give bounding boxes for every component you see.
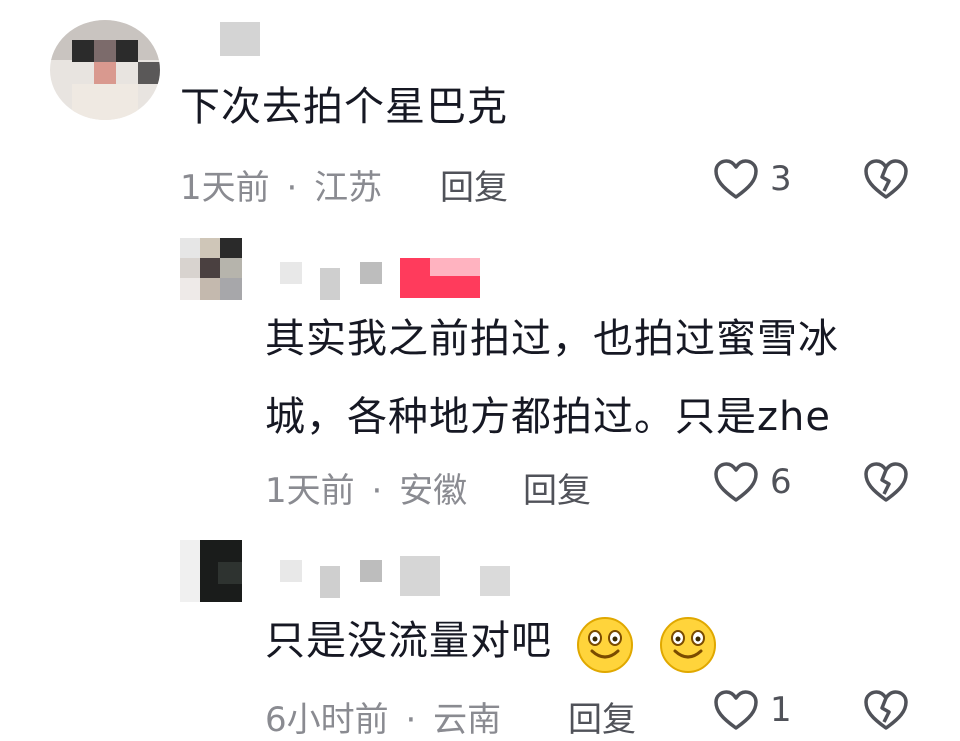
comment-location: 云南 [433,700,502,740]
broken-heart-icon [864,159,908,199]
comment-location: 江苏 [314,168,383,208]
smile-emoji [576,617,633,673]
broken-heart-icon [864,462,908,502]
like-count: 1 [770,690,792,730]
comment-location: 安徽 [399,471,468,511]
dislike-button[interactable] [862,460,910,508]
comment-meta: 1天前 · 安徽 [265,471,468,511]
smile-emoji [660,617,717,673]
comment-time: 1天前 [180,168,270,208]
comment-time: 1天前 [265,471,355,511]
dislike-button[interactable] [862,157,910,205]
comment-text: 下次去拍个星巴克 [180,84,508,130]
reply-button[interactable]: 回复 [568,692,636,741]
heart-outline-icon [714,690,758,730]
comment-meta: 6小时前 · 云南 [265,700,502,740]
heart-outline-icon [714,159,758,199]
heart-outline-icon [714,462,758,502]
reply-button[interactable]: 回复 [523,463,591,512]
reply-button[interactable]: 回复 [440,160,508,209]
broken-heart-icon [864,690,908,730]
avatar[interactable] [180,238,242,300]
avatar[interactable] [180,540,242,602]
comment-text: 其实我之前拍过，也拍过蜜雪冰 城，各种地方都拍过。只是zhe [265,316,839,440]
like-count: 3 [770,159,792,199]
comment-time: 6小时前 [265,700,389,740]
avatar[interactable] [50,20,160,120]
comment-meta: 1天前 · 江苏 [180,168,383,208]
comment-text: 只是没流量对吧 [265,602,719,680]
like-count: 6 [770,462,792,502]
dislike-button[interactable] [862,688,910,736]
like-button[interactable]: 6 [712,460,792,504]
like-button[interactable]: 3 [712,157,792,201]
like-button[interactable]: 1 [712,688,792,732]
